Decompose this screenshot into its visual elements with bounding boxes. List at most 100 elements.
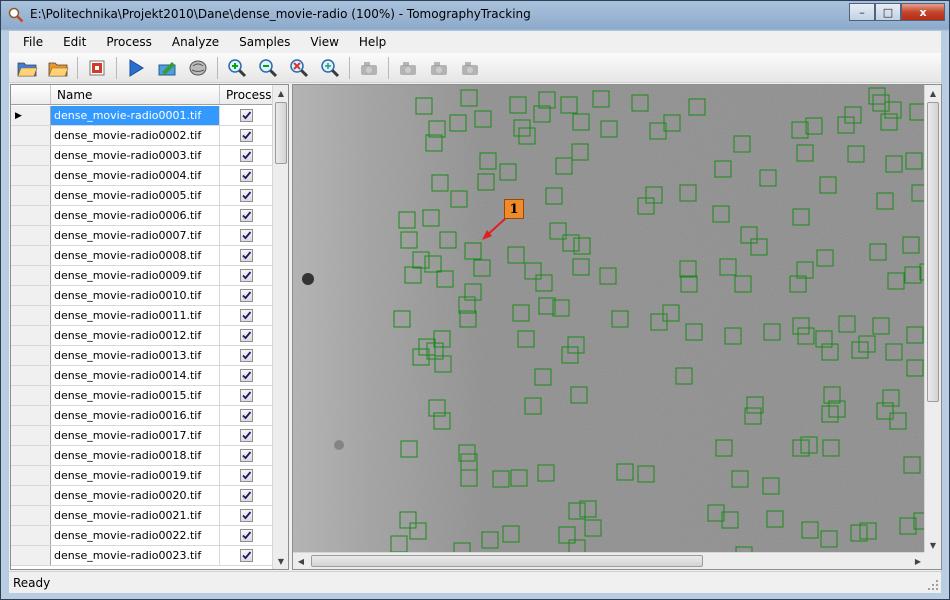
process-checkbox[interactable] bbox=[240, 189, 253, 202]
process-checkbox[interactable] bbox=[240, 229, 253, 242]
file-name-cell[interactable]: dense_movie-radio0017.tif bbox=[51, 426, 220, 445]
process-checkbox[interactable] bbox=[240, 429, 253, 442]
row-header[interactable]: ▶ bbox=[11, 106, 51, 125]
file-name-cell[interactable]: dense_movie-radio0009.tif bbox=[51, 266, 220, 285]
process-checkbox[interactable] bbox=[240, 549, 253, 562]
viewer-scroll-down-arrow-icon[interactable]: ▼ bbox=[925, 537, 941, 553]
file-name-cell[interactable]: dense_movie-radio0007.tif bbox=[51, 226, 220, 245]
row-header[interactable] bbox=[11, 366, 51, 385]
file-name-cell[interactable]: dense_movie-radio0004.tif bbox=[51, 166, 220, 185]
row-header[interactable] bbox=[11, 406, 51, 425]
file-name-cell[interactable]: dense_movie-radio0022.tif bbox=[51, 526, 220, 545]
file-name-cell[interactable]: dense_movie-radio0023.tif bbox=[51, 546, 220, 565]
table-row[interactable]: dense_movie-radio0011.tif bbox=[11, 306, 273, 326]
process-checkbox[interactable] bbox=[240, 449, 253, 462]
zoom-fit-button[interactable] bbox=[316, 55, 343, 81]
file-name-cell[interactable]: dense_movie-radio0002.tif bbox=[51, 126, 220, 145]
row-header[interactable] bbox=[11, 226, 51, 245]
table-row[interactable]: ▶ dense_movie-radio0001.tif bbox=[11, 106, 273, 126]
table-row[interactable]: dense_movie-radio0013.tif bbox=[11, 346, 273, 366]
process-checkbox[interactable] bbox=[240, 409, 253, 422]
row-header[interactable] bbox=[11, 526, 51, 545]
table-row[interactable]: dense_movie-radio0004.tif bbox=[11, 166, 273, 186]
grid-vertical-scrollbar[interactable]: ▲ ▼ bbox=[272, 85, 288, 569]
table-row[interactable]: dense_movie-radio0016.tif bbox=[11, 406, 273, 426]
file-name-cell[interactable]: dense_movie-radio0013.tif bbox=[51, 346, 220, 365]
file-name-cell[interactable]: dense_movie-radio0010.tif bbox=[51, 286, 220, 305]
process-checkbox[interactable] bbox=[240, 329, 253, 342]
process-checkbox[interactable] bbox=[240, 209, 253, 222]
grid-scroll-thumb[interactable] bbox=[275, 102, 287, 164]
process-checkbox[interactable] bbox=[240, 109, 253, 122]
brain-button[interactable] bbox=[184, 55, 211, 81]
close-button[interactable]: x bbox=[901, 3, 945, 21]
zoom-reset-button[interactable] bbox=[285, 55, 312, 81]
row-header[interactable] bbox=[11, 386, 51, 405]
file-name-cell[interactable]: dense_movie-radio0018.tif bbox=[51, 446, 220, 465]
image-viewer[interactable]: 1 ▲ ▼ ◀ ▶ bbox=[292, 84, 942, 570]
menu-help[interactable]: Help bbox=[349, 33, 396, 51]
row-header[interactable] bbox=[11, 346, 51, 365]
process-checkbox[interactable] bbox=[240, 269, 253, 282]
open-project-button[interactable] bbox=[44, 55, 71, 81]
table-row[interactable]: dense_movie-radio0006.tif bbox=[11, 206, 273, 226]
row-header[interactable] bbox=[11, 206, 51, 225]
row-header[interactable] bbox=[11, 466, 51, 485]
file-name-cell[interactable]: dense_movie-radio0019.tif bbox=[51, 466, 220, 485]
table-row[interactable]: dense_movie-radio0017.tif bbox=[11, 426, 273, 446]
row-header[interactable] bbox=[11, 266, 51, 285]
table-row[interactable]: dense_movie-radio0005.tif bbox=[11, 186, 273, 206]
table-row[interactable]: dense_movie-radio0007.tif bbox=[11, 226, 273, 246]
file-name-cell[interactable]: dense_movie-radio0020.tif bbox=[51, 486, 220, 505]
title-bar[interactable]: E:\Politechnika\Projekt2010\Dane\dense_m… bbox=[1, 1, 949, 29]
menu-analyze[interactable]: Analyze bbox=[162, 33, 229, 51]
file-name-cell[interactable]: dense_movie-radio0012.tif bbox=[51, 326, 220, 345]
table-row[interactable]: dense_movie-radio0021.tif bbox=[11, 506, 273, 526]
viewer-vertical-thumb[interactable] bbox=[927, 102, 939, 402]
resize-grip-icon[interactable] bbox=[927, 579, 939, 591]
file-name-cell[interactable]: dense_movie-radio0008.tif bbox=[51, 246, 220, 265]
process-checkbox[interactable] bbox=[240, 469, 253, 482]
table-row[interactable]: dense_movie-radio0014.tif bbox=[11, 366, 273, 386]
viewer-vertical-scrollbar[interactable]: ▲ ▼ bbox=[924, 85, 941, 553]
file-name-cell[interactable]: dense_movie-radio0015.tif bbox=[51, 386, 220, 405]
file-name-cell[interactable]: dense_movie-radio0016.tif bbox=[51, 406, 220, 425]
file-name-cell[interactable]: dense_movie-radio0006.tif bbox=[51, 206, 220, 225]
process-checkbox[interactable] bbox=[240, 529, 253, 542]
menu-samples[interactable]: Samples bbox=[229, 33, 300, 51]
column-header-name[interactable]: Name bbox=[51, 85, 220, 104]
row-header[interactable] bbox=[11, 506, 51, 525]
row-header[interactable] bbox=[11, 426, 51, 445]
file-name-cell[interactable]: dense_movie-radio0003.tif bbox=[51, 146, 220, 165]
file-name-cell[interactable]: dense_movie-radio0021.tif bbox=[51, 506, 220, 525]
menu-view[interactable]: View bbox=[300, 33, 348, 51]
table-row[interactable]: dense_movie-radio0018.tif bbox=[11, 446, 273, 466]
table-row[interactable]: dense_movie-radio0023.tif bbox=[11, 546, 273, 566]
table-row[interactable]: dense_movie-radio0002.tif bbox=[11, 126, 273, 146]
menu-edit[interactable]: Edit bbox=[53, 33, 96, 51]
file-name-cell[interactable]: dense_movie-radio0001.tif bbox=[51, 106, 220, 125]
row-header[interactable] bbox=[11, 246, 51, 265]
process-checkbox[interactable] bbox=[240, 289, 253, 302]
table-row[interactable]: dense_movie-radio0012.tif bbox=[11, 326, 273, 346]
viewer-horizontal-thumb[interactable] bbox=[311, 555, 703, 567]
table-row[interactable]: dense_movie-radio0019.tif bbox=[11, 466, 273, 486]
process-checkbox[interactable] bbox=[240, 149, 253, 162]
scroll-down-arrow-icon[interactable]: ▼ bbox=[273, 553, 288, 569]
table-row[interactable]: dense_movie-radio0015.tif bbox=[11, 386, 273, 406]
process-checkbox[interactable] bbox=[240, 489, 253, 502]
process-checkbox[interactable] bbox=[240, 309, 253, 322]
maximize-button[interactable]: □ bbox=[875, 3, 901, 21]
row-header[interactable] bbox=[11, 446, 51, 465]
process-checkbox[interactable] bbox=[240, 509, 253, 522]
table-row[interactable]: dense_movie-radio0010.tif bbox=[11, 286, 273, 306]
viewer-scroll-left-arrow-icon[interactable]: ◀ bbox=[293, 553, 309, 569]
row-header[interactable] bbox=[11, 286, 51, 305]
row-header[interactable] bbox=[11, 186, 51, 205]
file-name-cell[interactable]: dense_movie-radio0011.tif bbox=[51, 306, 220, 325]
menu-file[interactable]: File bbox=[13, 33, 53, 51]
process-checkbox[interactable] bbox=[240, 129, 253, 142]
row-header[interactable] bbox=[11, 306, 51, 325]
table-row[interactable]: dense_movie-radio0009.tif bbox=[11, 266, 273, 286]
camera-prev-button[interactable] bbox=[394, 55, 421, 81]
